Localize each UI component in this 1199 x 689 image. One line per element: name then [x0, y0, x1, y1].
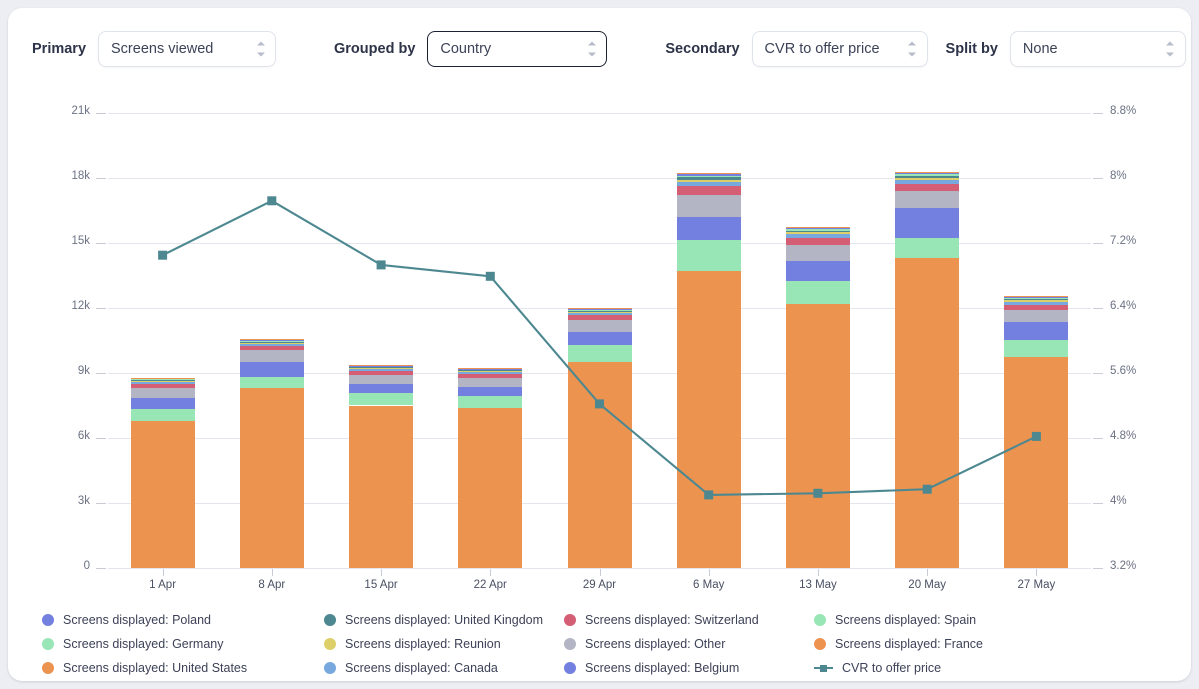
grouped-by-select[interactable]: Country: [427, 31, 608, 67]
legend-canada[interactable]: Screens displayed: Canada: [324, 661, 564, 675]
legend-label: Screens displayed: Belgium: [585, 661, 740, 675]
chevron-updown-icon: [587, 41, 596, 57]
line-marker[interactable]: [922, 484, 932, 494]
legend-belgium[interactable]: Screens displayed: Belgium: [564, 661, 814, 675]
line-marker[interactable]: [704, 490, 714, 500]
chevron-updown-icon: [1166, 41, 1175, 57]
legend-dot-icon: [564, 662, 576, 674]
legend-dot-icon: [814, 638, 826, 650]
split-by-select[interactable]: None: [1009, 31, 1186, 67]
legend-label: Screens displayed: Canada: [345, 661, 498, 675]
chart-card: Primary Screens viewed Grouped by Country Se…: [8, 8, 1191, 681]
line-marker[interactable]: [158, 250, 168, 260]
control-group-grouped-by: Grouped by Country: [334, 31, 608, 67]
split-by-label: Split by: [945, 41, 998, 57]
legend-other[interactable]: Screens displayed: Other: [564, 637, 814, 651]
legend-label: Screens displayed: Spain: [835, 613, 977, 627]
primary-selected-value: Screens viewed: [111, 41, 214, 57]
primary-select[interactable]: Screens viewed: [98, 31, 277, 67]
legend-united-states[interactable]: Screens displayed: United States: [42, 661, 324, 675]
legend-dot-icon: [324, 614, 336, 626]
legend-dot-icon: [42, 662, 54, 674]
legend-label: CVR to offer price: [842, 661, 942, 675]
line-path: [162, 199, 1037, 496]
chart-plot-area: 0 3k 6k 9k 12k 15k 18k 21k 3.2% 4% 4.8% 5.6% 6.4% 7.2…: [8, 90, 1191, 600]
legend-label: Screens displayed: France: [835, 637, 983, 651]
legend-label: Screens displayed: Reunion: [345, 637, 501, 651]
legend-label: Screens displayed: Germany: [63, 637, 224, 651]
legend-label: Screens displayed: United Kingdom: [345, 613, 544, 627]
legend-spain[interactable]: Screens displayed: Spain: [814, 613, 1191, 627]
legend-france[interactable]: Screens displayed: France: [814, 637, 1191, 651]
line-marker[interactable]: [376, 260, 386, 270]
chevron-updown-icon: [256, 41, 265, 57]
app-root: Primary Screens viewed Grouped by Country Se…: [0, 0, 1199, 689]
legend-germany[interactable]: Screens displayed: Germany: [42, 637, 324, 651]
legend-label: Screens displayed: Other: [585, 637, 726, 651]
split-by-selected-value: None: [1022, 41, 1058, 57]
legend-label: Screens displayed: Poland: [63, 613, 212, 627]
control-group-primary: Primary Screens viewed: [32, 31, 277, 67]
legend-dot-icon: [564, 614, 576, 626]
legend-poland[interactable]: Screens displayed: Poland: [42, 613, 324, 627]
control-group-secondary: Secondary CVR to offer price: [665, 31, 928, 67]
legend-switzerland[interactable]: Screens displayed: Switzerland: [564, 613, 814, 627]
legend-dot-icon: [324, 638, 336, 650]
legend-dot-icon: [42, 638, 54, 650]
cvr-line-series: [158, 196, 1041, 500]
legend-dot-icon: [814, 614, 826, 626]
secondary-label: Secondary: [665, 41, 740, 57]
secondary-selected-value: CVR to offer price: [764, 41, 880, 57]
legend-line-marker-icon: [814, 662, 833, 674]
legend-dot-icon: [42, 614, 54, 626]
line-marker[interactable]: [485, 271, 495, 281]
grouped-by-label: Grouped by: [334, 41, 416, 57]
chart-controls-bar: Primary Screens viewed Grouped by Country Se…: [8, 8, 1191, 90]
line-marker[interactable]: [595, 399, 604, 409]
line-marker[interactable]: [813, 488, 823, 498]
grouped-by-selected-value: Country: [440, 41, 492, 57]
legend-label: Screens displayed: Switzerland: [585, 613, 759, 627]
legend-reunion[interactable]: Screens displayed: Reunion: [324, 637, 564, 651]
control-group-split-by: Split by None: [946, 31, 1186, 67]
secondary-select[interactable]: CVR to offer price: [751, 31, 928, 67]
legend-label: Screens displayed: United States: [63, 661, 248, 675]
chart-legend: Screens displayed: Poland Screens display…: [8, 608, 1191, 681]
legend-dot-icon: [564, 638, 576, 650]
line-marker[interactable]: [267, 196, 277, 206]
line-marker[interactable]: [1031, 431, 1041, 441]
primary-label: Primary: [32, 41, 87, 57]
legend-united-kingdom[interactable]: Screens displayed: United Kingdom: [324, 613, 564, 627]
legend-dot-icon: [324, 662, 336, 674]
chevron-updown-icon: [908, 41, 917, 57]
legend-cvr-to-offer-price[interactable]: CVR to offer price: [814, 661, 1191, 675]
